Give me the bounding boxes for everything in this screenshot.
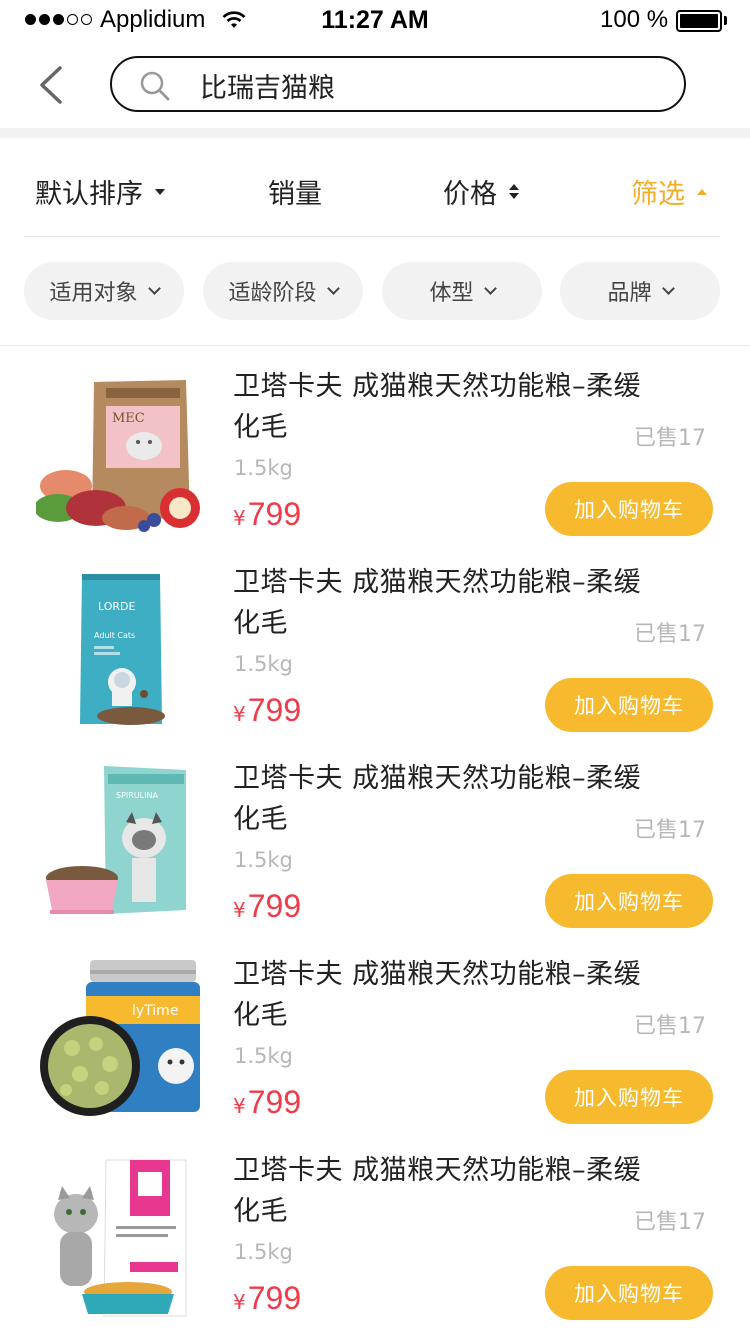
status-bar: Applidium 11:27 AM 100 % (0, 0, 750, 42)
chevron-down-icon (661, 281, 675, 295)
filter-chips: 适用对象 适龄阶段 体型 品牌 (0, 262, 750, 320)
product-price: ¥ 799 (233, 692, 301, 729)
svg-text:lyTime: lyTime (132, 1003, 178, 1019)
sort-price-label: 价格 (443, 179, 497, 210)
product-title: 卫塔卡夫 成猫粮天然功能粮–柔缓化毛 (233, 763, 642, 835)
price-value: 799 (247, 496, 302, 532)
product-title: 卫塔卡夫 成猫粮天然功能粮–柔缓化毛 (233, 371, 642, 443)
price-value: 799 (247, 692, 302, 728)
product-thumbnail (54, 1159, 187, 1317)
product-thumbnail: lyTime (40, 960, 200, 1116)
chip-target[interactable]: 适用对象 (24, 262, 184, 320)
product-thumbnail: MEC (36, 380, 200, 532)
chip-brand[interactable]: 品牌 (560, 262, 720, 320)
caret-down-icon (155, 188, 165, 195)
product-title: 卫塔卡夫 成猫粮天然功能粮–柔缓化毛 (233, 959, 642, 1031)
product-weight: 1.5kg (234, 652, 293, 676)
add-to-cart-button[interactable]: 加入购物车 (545, 874, 713, 928)
product-sold-count: 已售17 (634, 818, 706, 843)
search-bar[interactable] (110, 56, 686, 112)
search-input[interactable] (200, 68, 660, 102)
svg-text:Adult Cats: Adult Cats (94, 631, 135, 640)
product-item[interactable]: MEC 卫塔卡夫 成猫粮天然功能粮–柔缓化毛 已售17 1.5kg ¥ 799 … (0, 346, 750, 542)
chip-age[interactable]: 适龄阶段 (203, 262, 363, 320)
currency-symbol: ¥ (233, 702, 246, 726)
product-price: ¥ 799 (233, 1280, 301, 1317)
price-value: 799 (247, 1280, 302, 1316)
product-price: ¥ 799 (233, 1084, 301, 1121)
sort-price-button[interactable]: 价格 (443, 172, 519, 211)
product-price: ¥ 799 (233, 888, 301, 925)
sort-sales-button[interactable]: 销量 (268, 172, 322, 211)
product-sold-count: 已售17 (634, 1210, 706, 1235)
chip-label: 适龄阶段 (228, 281, 317, 306)
chevron-down-icon (483, 281, 497, 295)
divider (24, 236, 720, 237)
product-item[interactable]: LORDE Adult Cats 卫塔卡夫 成猫粮天然功能粮–柔缓化毛 已售17… (0, 542, 750, 738)
product-title: 卫塔卡夫 成猫粮天然功能粮–柔缓化毛 (233, 567, 642, 639)
svg-text:SPIRULINA: SPIRULINA (116, 791, 158, 800)
filter-label: 筛选 (631, 179, 685, 210)
chevron-down-icon (147, 281, 161, 295)
add-to-cart-button[interactable]: 加入购物车 (545, 482, 713, 536)
product-sold-count: 已售17 (634, 622, 706, 647)
product-list: MEC 卫塔卡夫 成猫粮天然功能粮–柔缓化毛 已售17 1.5kg ¥ 799 … (0, 346, 750, 1326)
product-sold-count: 已售17 (634, 1014, 706, 1039)
sort-updown-icon (509, 184, 519, 199)
battery-percentage: 100 % (600, 6, 669, 33)
back-arrow-icon[interactable] (30, 60, 76, 110)
product-thumbnail: SPIRULINA (46, 766, 186, 914)
product-weight: 1.5kg (234, 1240, 293, 1264)
price-value: 799 (247, 1084, 302, 1120)
product-item[interactable]: SPIRULINA 卫塔卡夫 成猫粮天然功能粮–柔缓化毛 已售17 1.5kg … (0, 738, 750, 934)
sort-sales-label: 销量 (268, 179, 322, 210)
product-sold-count: 已售17 (634, 426, 706, 451)
chip-label: 适用对象 (49, 281, 138, 306)
product-title: 卫塔卡夫 成猫粮天然功能粮–柔缓化毛 (233, 1155, 642, 1227)
price-value: 799 (247, 888, 302, 924)
section-separator (0, 128, 750, 138)
chip-label: 体型 (429, 281, 474, 306)
currency-symbol: ¥ (233, 506, 246, 530)
product-item[interactable]: lyTime 卫塔卡夫 成猫粮天然功能粮–柔缓化毛 已售17 1.5kg ¥ 7… (0, 934, 750, 1130)
product-weight: 1.5kg (234, 1044, 293, 1068)
currency-symbol: ¥ (233, 898, 246, 922)
sort-default-label: 默认排序 (35, 179, 143, 210)
add-to-cart-button[interactable]: 加入购物车 (545, 1266, 713, 1320)
search-icon (140, 71, 170, 101)
product-weight: 1.5kg (234, 848, 293, 872)
product-weight: 1.5kg (234, 456, 293, 480)
battery-icon (676, 10, 722, 32)
svg-text:LORDE: LORDE (98, 600, 136, 613)
filter-button[interactable]: 筛选 (631, 172, 707, 211)
currency-symbol: ¥ (233, 1094, 246, 1118)
chip-label: 品牌 (607, 281, 652, 306)
product-item[interactable]: 卫塔卡夫 成猫粮天然功能粮–柔缓化毛 已售17 1.5kg ¥ 799 加入购物… (0, 1130, 750, 1326)
sort-bar: 默认排序 销量 价格 筛选 (0, 160, 750, 226)
caret-up-icon (697, 188, 707, 195)
product-price: ¥ 799 (233, 496, 301, 533)
add-to-cart-button[interactable]: 加入购物车 (545, 1070, 713, 1124)
chip-size[interactable]: 体型 (382, 262, 542, 320)
sort-default-button[interactable]: 默认排序 (35, 172, 165, 211)
svg-text:MEC: MEC (112, 411, 145, 426)
chevron-down-icon (326, 281, 340, 295)
product-thumbnail: LORDE Adult Cats (80, 574, 165, 725)
add-to-cart-button[interactable]: 加入购物车 (545, 678, 713, 732)
currency-symbol: ¥ (233, 1290, 246, 1314)
